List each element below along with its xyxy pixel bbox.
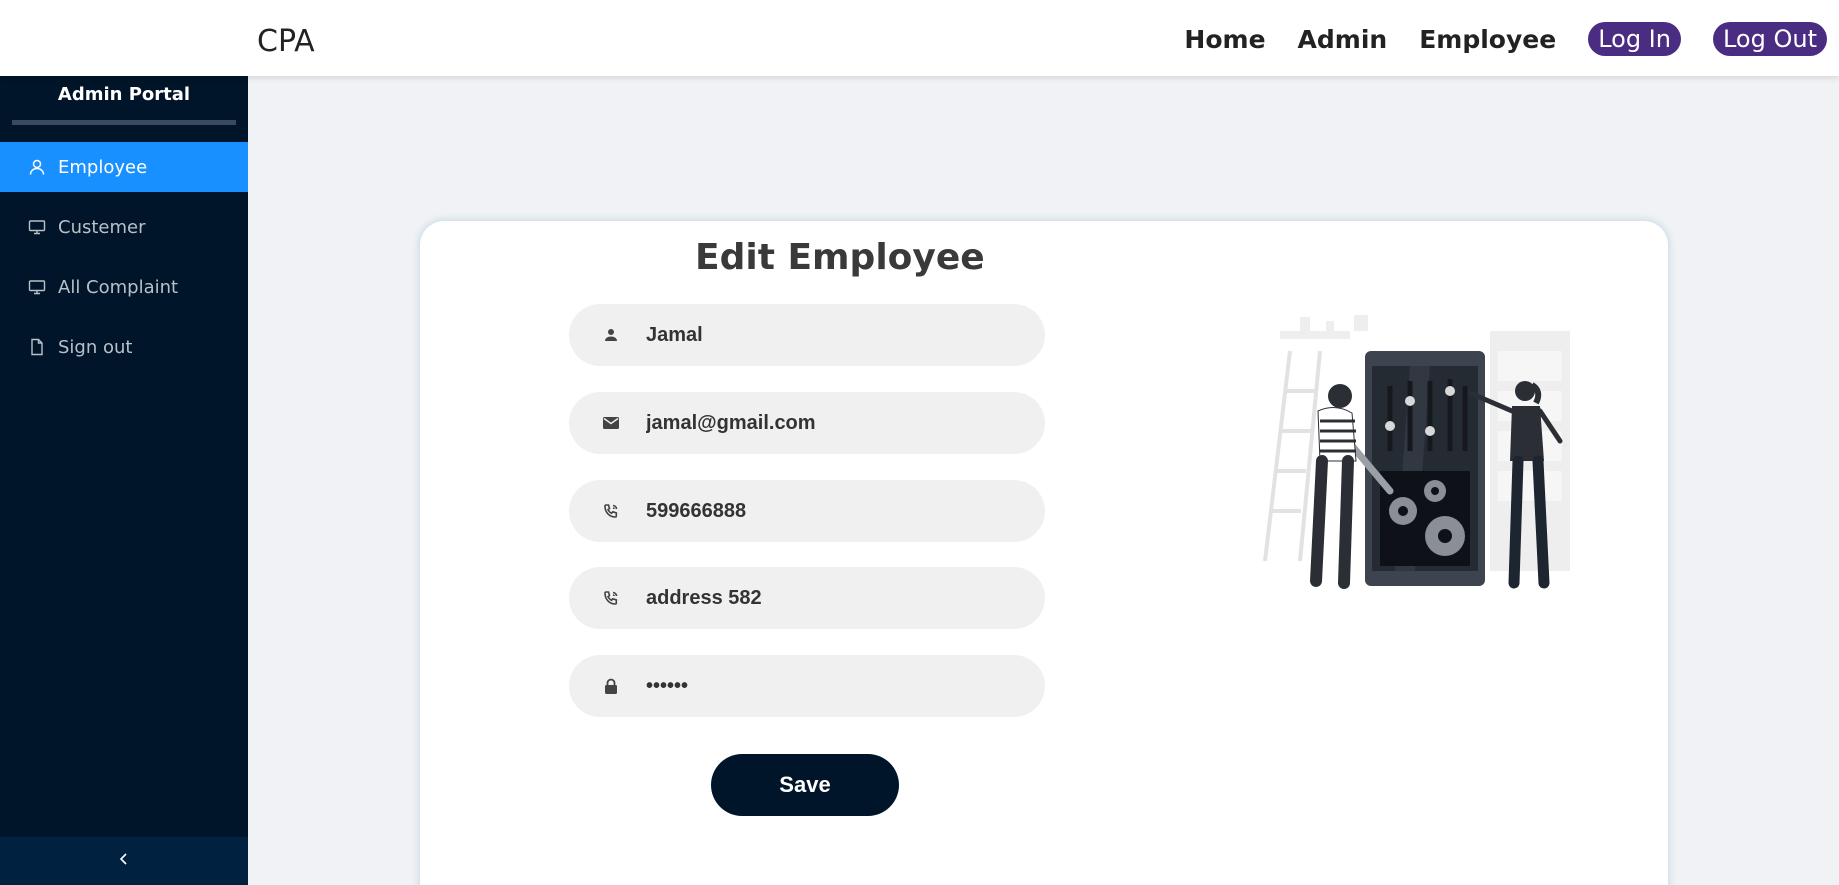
mail-icon [602, 414, 620, 432]
sidebar-collapse-button[interactable] [0, 837, 248, 885]
brand-logo[interactable]: CPA [257, 24, 315, 59]
name-field[interactable] [569, 304, 1045, 366]
nav-employee[interactable]: Employee [1419, 25, 1556, 54]
phone-input[interactable] [646, 499, 1026, 523]
nav-admin[interactable]: Admin [1298, 25, 1388, 54]
chevron-left-icon [117, 852, 131, 871]
address-input[interactable] [646, 586, 1026, 610]
maintenance-illustration [1263, 315, 1570, 589]
sidebar-title: Admin Portal [57, 84, 191, 105]
sidebar-menu: Employee Custemer All Complaint Sign out [0, 142, 248, 372]
top-nav: Home Admin Employee Log In Log Out [1152, 22, 1827, 56]
page-title: Edit Employee [695, 237, 985, 278]
top-header: CPA Home Admin Employee Log In Log Out [0, 0, 1839, 76]
sidebar-item-label: Sign out [58, 336, 133, 358]
file-icon [28, 338, 46, 356]
sidebar-item-all-complaint[interactable]: All Complaint [0, 262, 248, 312]
desktop-icon [28, 278, 46, 296]
phone-field[interactable] [569, 480, 1045, 542]
phone-icon [602, 589, 620, 607]
save-button[interactable]: Save [711, 754, 899, 816]
password-input[interactable] [646, 674, 1026, 698]
sidebar-item-label: Custemer [58, 216, 146, 238]
sidebar-divider [12, 120, 236, 125]
phone-icon [602, 502, 620, 520]
sidebar-item-label: Employee [58, 156, 148, 178]
desktop-icon [28, 218, 46, 236]
login-button[interactable]: Log In [1588, 22, 1681, 56]
nav-home[interactable]: Home [1184, 25, 1265, 54]
lock-icon [602, 677, 620, 695]
logout-button[interactable]: Log Out [1712, 22, 1827, 56]
password-field[interactable] [569, 655, 1045, 717]
sidebar-item-label: All Complaint [58, 276, 179, 298]
person-icon [602, 326, 620, 344]
name-input[interactable] [646, 323, 1026, 347]
email-input[interactable] [646, 411, 1026, 435]
user-icon [28, 158, 46, 176]
sidebar: Admin Portal Employee Custemer All Compl… [0, 76, 248, 885]
sidebar-item-employee[interactable]: Employee [0, 142, 248, 192]
sidebar-item-custemer[interactable]: Custemer [0, 202, 248, 252]
email-field[interactable] [569, 392, 1045, 454]
edit-employee-card: Edit Employee Jamal jamal@gmail.com 5996… [420, 221, 1668, 885]
address-field[interactable] [569, 567, 1045, 629]
sidebar-item-sign-out[interactable]: Sign out [0, 322, 248, 372]
